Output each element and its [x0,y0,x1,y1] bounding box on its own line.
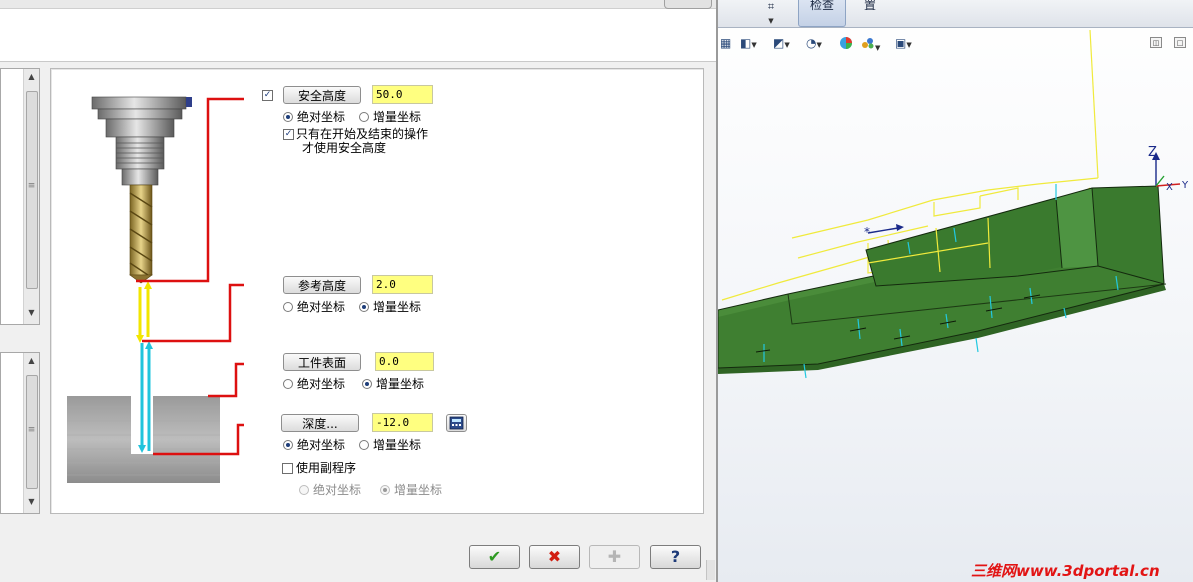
subprogram-checkbox[interactable] [282,463,293,474]
plus-circle-icon: ✚ [607,547,622,566]
axis-x-label: X [1166,182,1173,193]
subprogram-incremental-radio[interactable] [380,485,390,495]
clearance-button[interactable]: 安全高度 [283,86,361,104]
rapid-move-arrows [136,281,152,343]
axis-y-label: Y [1181,180,1189,191]
svg-text:*: * [864,225,870,239]
depth-absolute-label: 绝对坐标 [297,438,346,452]
retract-absolute-label: 绝对坐标 [297,300,346,314]
axis-z-label: Z [1148,145,1157,160]
question-icon: ? [670,547,681,566]
top-of-stock-incremental-label: 增量坐标 [376,377,425,391]
add-button[interactable]: ✚ [589,545,640,569]
top-of-stock-incremental-radio[interactable] [362,379,372,389]
tool-holder [91,96,192,186]
retract-button[interactable]: 参考高度 [283,276,361,294]
depth-absolute-radio[interactable] [283,440,293,450]
clearance-absolute-radio[interactable] [283,112,293,122]
scroll-up-icon[interactable]: ▲ [24,355,39,367]
tab-placement[interactable]: 置 [860,0,880,26]
ok-button[interactable]: ✔ [469,545,520,569]
calculator-icon [449,416,464,430]
top-of-stock-button[interactable]: 工件表面 [283,353,361,371]
depth-value-input[interactable]: -12.0 [372,413,433,432]
dropdown-caret-icon: ▼ [768,17,774,25]
scroll-down-icon[interactable]: ▼ [24,307,39,319]
scroll-down-icon[interactable]: ▼ [24,496,39,508]
tree-upper-scrollbar[interactable]: ▲ ≡ ▼ [23,69,39,324]
retract-incremental-radio[interactable] [359,302,369,312]
parameter-tree-lower[interactable]: ▲ ≡ ▼ [0,352,40,514]
subprogram-absolute-radio[interactable] [299,485,309,495]
clearance-absolute-label: 绝对坐标 [297,110,346,124]
cancel-button[interactable]: ✖ [529,545,580,569]
scroll-up-icon[interactable]: ▲ [24,71,39,83]
depth-button[interactable]: 深度... [281,414,359,432]
dialog-titlebar [0,0,716,9]
help-button[interactable]: ? [650,545,701,569]
scroll-grip-icon: ≡ [27,181,36,191]
dialog-header-area [0,9,716,62]
clearance-incremental-radio[interactable] [359,112,369,122]
part-3d-view[interactable]: * Z X Y [718,28,1193,582]
grid-icon: ⌗ [767,0,775,13]
watermark: 三维网www.3dportal.cn [971,562,1160,580]
retract-value-input[interactable]: 2.0 [372,275,433,294]
checkmark-icon: ✔ [487,547,502,566]
toolbar-overflow-button[interactable]: ⌗ ▼ [761,0,781,26]
only-start-end-checkbox[interactable]: ✓ [283,129,294,140]
tab-evaluate[interactable]: 检查 [798,0,846,27]
drill-bit [129,184,153,284]
subprogram-absolute-label: 绝对坐标 [313,483,362,497]
depth-calculator-button[interactable] [446,414,467,432]
retract-absolute-radio[interactable] [283,302,293,312]
dialog-resize-edge [706,560,715,580]
subprogram-incremental-label: 增量坐标 [394,483,443,497]
top-of-stock-absolute-radio[interactable] [283,379,293,389]
top-of-stock-value-input[interactable]: 0.0 [375,352,434,371]
only-start-end-label-line1: 只有在开始及结束的操作 [296,127,429,141]
part-raised-boss [865,185,1165,287]
only-start-end-label-line2: 才使用安全高度 [302,141,387,155]
top-of-stock-absolute-label: 绝对坐标 [297,377,346,391]
clearance-enable-checkbox[interactable]: ✓ [262,90,273,101]
retract-incremental-label: 增量坐标 [373,300,422,314]
scroll-grip-icon: ≡ [27,425,36,435]
depth-incremental-label: 增量坐标 [373,438,422,452]
tree-lower-scrollbar[interactable]: ▲ ≡ ▼ [23,353,39,513]
clearance-incremental-label: 增量坐标 [373,110,422,124]
subprogram-label: 使用副程序 [296,461,357,475]
linking-parameters-dialog: ▲ ≡ ▼ ▲ ≡ ▼ ✓ 安全高度 50.0 绝对坐标 增量坐标 ✓ 只有在开… [0,0,716,582]
x-icon: ✖ [547,547,562,566]
clearance-value-input[interactable]: 50.0 [372,85,433,104]
dialog-close-button[interactable] [664,0,712,9]
drill-height-diagram [67,96,244,483]
parameter-tree-upper[interactable]: ▲ ≡ ▼ [0,68,40,325]
solidworks-commandmanager: ⌗ ▼ 检查 置 [718,0,1193,28]
depth-incremental-radio[interactable] [359,440,369,450]
